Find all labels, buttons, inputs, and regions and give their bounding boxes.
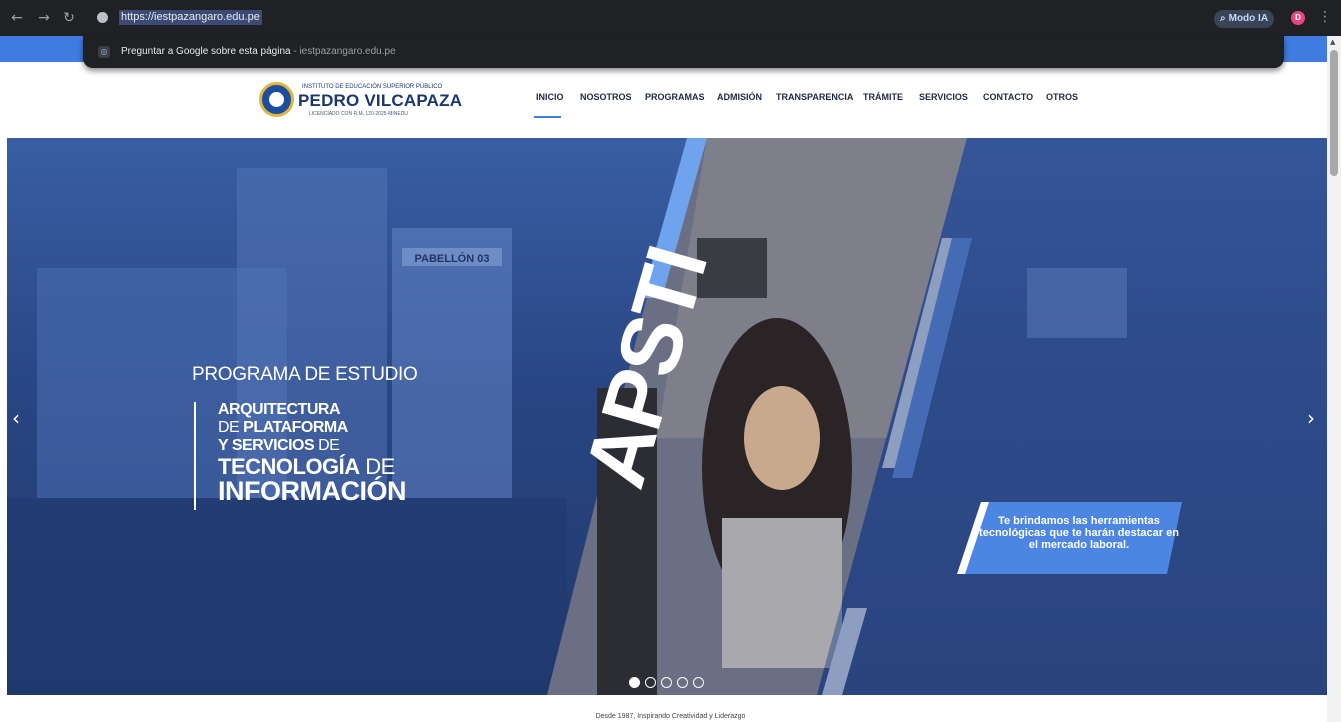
pavilion-sign-text: PABELLÓN 03 [415,252,490,265]
nav-transparencia[interactable]: TRANSPARENCIA [776,92,853,102]
suggestion-domain: iestpazangaro.edu.pe [299,46,396,57]
nav-tramite[interactable]: TRÁMITE [863,92,903,102]
program-line-3: Y SERVICIOS DE [218,437,340,454]
omnibox-suggestion[interactable]: Preguntar a Google sobre esta página - i… [121,46,396,57]
back-icon[interactable]: ← [8,9,26,27]
seal-center [269,92,284,107]
browser-menu-icon[interactable]: ⋮ [1318,9,1332,25]
program-divider [194,402,196,510]
nav-contacto[interactable]: CONTACTO [983,92,1033,102]
student-face [744,386,820,490]
slider-prev-icon[interactable]: ‹ [12,406,20,430]
nav-servicios[interactable]: SERVICIOS [919,92,968,102]
page-scrollbar[interactable]: ▲ [1327,36,1341,722]
scroll-up-icon[interactable]: ▲ [1330,38,1335,46]
lens-icon: ◎ [98,46,110,58]
lab-monitor [1027,268,1127,338]
logo-institute-type: INSTITUTO DE EDUCACIÓN SUPERIOR PÚBLICO [302,84,443,90]
logo-name[interactable]: PEDRO VILCAPAZA [298,91,462,111]
lawn-area [7,498,567,695]
site-header: INSTITUTO DE EDUCACIÓN SUPERIOR PÚBLICO … [0,62,1327,138]
site-tagline: Desde 1987, Inspirando Creatividad y Lid… [595,713,746,720]
slider-next-icon[interactable]: › [1307,406,1315,430]
program-line-4: TECNOLOGÍA DE [218,456,395,478]
nav-nosotros[interactable]: NOSOTROS [580,92,632,102]
program-line-1: ARQUITECTURA [218,401,341,418]
program-line-2-bold: PLATAFORMA [243,419,348,436]
slide-dot-4[interactable] [677,677,688,688]
forward-icon[interactable]: → [35,9,53,27]
nav-admision[interactable]: ADMISIÓN [717,92,762,102]
suggestion-text: Preguntar a Google sobre esta página [121,46,291,57]
browser-toolbar: ← → ↻ https://iestpazangaro.edu.pe ⌕ Modo… [0,0,1341,36]
student-sweater [722,518,842,668]
slide-dot-2[interactable] [645,677,656,688]
program-line-3-bold: Y SERVICIOS [218,437,315,454]
scroll-thumb[interactable] [1330,50,1338,176]
omnibox-dropdown: ◎ Preguntar a Google sobre esta página -… [83,36,1284,68]
program-line-3-thin: DE [314,437,340,454]
ai-mode-icon: ⌕ [1220,13,1226,24]
ai-mode-label: Modo IA [1228,13,1269,24]
logo-license: LICENCIADO CON R.M. 120-2025-MINEDU [309,111,408,117]
site-info-icon[interactable] [97,12,108,23]
profile-avatar[interactable]: D [1291,11,1305,25]
slide-dot-5[interactable] [693,677,704,688]
pavilion-block [392,228,512,498]
slide-dot-3[interactable] [661,677,672,688]
program-line-5: INFORMACIÓN [218,476,406,506]
promo-text: Te brindamos las herramientas tecnológic… [979,515,1179,551]
program-line-2-thin: DE [218,419,244,436]
program-label: PROGRAMA DE ESTUDIO [192,364,418,385]
nav-otros[interactable]: OTROS [1046,92,1078,102]
active-nav-indicator [534,116,561,118]
slide-dot-1[interactable] [629,677,640,688]
reload-icon[interactable]: ↻ [60,9,78,27]
address-bar[interactable]: https://iestpazangaro.edu.pe [119,10,262,25]
nav-programas[interactable]: PROGRAMAS [645,92,705,102]
ai-mode-button[interactable]: ⌕ Modo IA [1214,10,1274,28]
institute-seal-logo[interactable] [259,82,294,117]
hero-slider: PABELLÓN 03 PROGRAMA DE ESTUDIO ARQUITEC… [7,138,1327,695]
nav-inicio[interactable]: INICIO [536,92,564,102]
program-line-2: DE PLATAFORMA [218,420,348,436]
